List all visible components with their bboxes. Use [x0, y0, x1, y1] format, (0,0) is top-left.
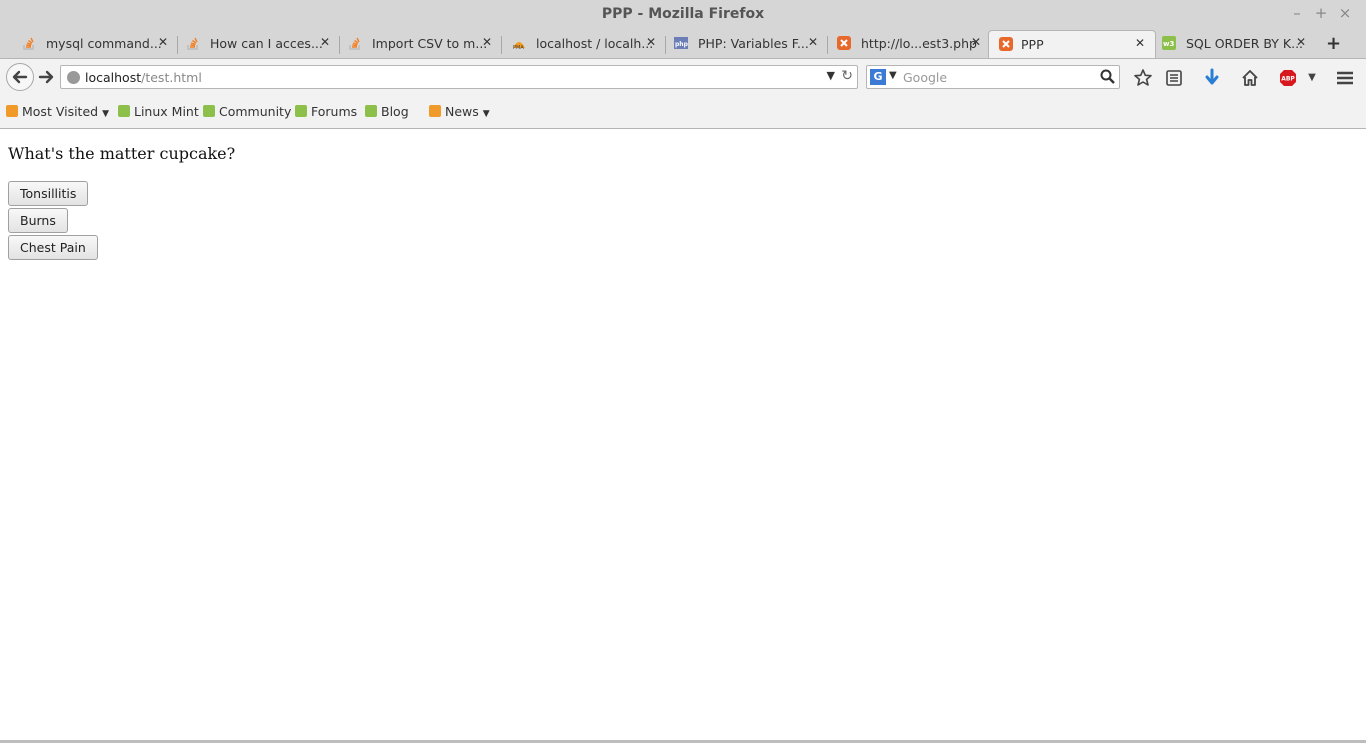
- mint-icon: [295, 105, 307, 117]
- tab[interactable]: http://lo...est3.php ✕: [815, 30, 991, 58]
- svg-text:php: php: [675, 41, 688, 48]
- bookmark-most-visited[interactable]: Most Visited ▼: [6, 104, 109, 119]
- stackoverflow-icon: [187, 37, 198, 50]
- back-arrow-icon: [12, 70, 28, 84]
- url-text[interactable]: localhost/test.html: [85, 70, 202, 85]
- bookmark-blog[interactable]: Blog: [365, 104, 409, 119]
- tab-label: localhost / localh...: [536, 36, 654, 51]
- page-content: What's the matter cupcake? Tonsillitis B…: [0, 130, 1366, 740]
- adblock-plus-icon[interactable]: ABP: [1278, 68, 1298, 88]
- xampp-icon: [837, 36, 851, 50]
- php-icon: php: [674, 37, 688, 49]
- stackoverflow-icon: [23, 37, 34, 50]
- mint-icon: [365, 105, 377, 117]
- most-visited-icon: [6, 105, 18, 117]
- minimize-button[interactable]: –: [1288, 4, 1306, 22]
- download-icon[interactable]: [1202, 68, 1222, 88]
- svg-text:ABP: ABP: [1281, 76, 1295, 83]
- tab[interactable]: Import CSV to m... ✕: [326, 30, 502, 58]
- search-bar[interactable]: G ▼ Google: [866, 65, 1120, 89]
- tab-close-icon[interactable]: ✕: [971, 35, 981, 49]
- navigation-toolbar: localhost/test.html ▼ ↻ G ▼ Google ABP ▼: [0, 58, 1366, 94]
- menu-icon[interactable]: [1335, 68, 1355, 88]
- bookmark-label: Most Visited: [22, 104, 99, 119]
- svg-text:w3: w3: [1163, 40, 1174, 48]
- phpmyadmin-icon: PMA: [513, 42, 525, 50]
- rss-icon: [429, 105, 441, 117]
- tab[interactable]: How can I acces... ✕: [164, 30, 340, 58]
- bookmark-linux-mint[interactable]: Linux Mint: [118, 104, 199, 119]
- tab[interactable]: PMA localhost / localh... ✕: [490, 30, 666, 58]
- title-bar: PPP - Mozilla Firefox – + ×: [0, 0, 1366, 28]
- tab[interactable]: mysql command... ✕: [0, 30, 178, 58]
- xampp-icon: [999, 37, 1013, 51]
- tab-label: PPP: [1021, 37, 1044, 52]
- adblock-dropdown-icon[interactable]: ▼: [1302, 68, 1322, 88]
- maximize-button[interactable]: +: [1312, 4, 1330, 22]
- chest-pain-button[interactable]: Chest Pain: [8, 235, 98, 260]
- svg-text:PMA: PMA: [513, 45, 524, 50]
- bookmark-label: Linux Mint: [134, 104, 199, 119]
- bookmark-label: News: [445, 104, 479, 119]
- forward-arrow-icon: [38, 70, 54, 84]
- tab-close-icon[interactable]: ✕: [1296, 35, 1306, 49]
- new-tab-button[interactable]: +: [1326, 33, 1341, 54]
- tab[interactable]: php PHP: Variables F... ✕: [652, 30, 828, 58]
- reload-icon[interactable]: ↻: [841, 68, 853, 84]
- globe-icon: [67, 71, 80, 84]
- search-icon[interactable]: [1099, 68, 1117, 86]
- reading-list-icon[interactable]: [1164, 68, 1184, 88]
- tonsillitis-button[interactable]: Tonsillitis: [8, 181, 89, 206]
- stackoverflow-icon: [349, 37, 360, 50]
- bookmark-label: Community: [219, 104, 292, 119]
- url-path: /test.html: [141, 70, 202, 85]
- tab-label: How can I acces...: [210, 36, 323, 51]
- engine-dropdown-icon[interactable]: ▼: [889, 70, 897, 81]
- w3schools-icon: w3: [1162, 36, 1176, 50]
- back-button[interactable]: [6, 63, 34, 91]
- bookmark-star-icon[interactable]: [1133, 68, 1153, 88]
- page-question: What's the matter cupcake?: [8, 144, 236, 163]
- google-engine-icon[interactable]: G: [870, 69, 886, 85]
- url-dropdown-icon[interactable]: ▼: [827, 69, 835, 82]
- url-bar[interactable]: localhost/test.html ▼ ↻: [60, 65, 858, 89]
- mint-icon: [203, 105, 215, 117]
- home-icon[interactable]: [1240, 68, 1260, 88]
- chevron-down-icon: ▼: [102, 109, 109, 119]
- tab-active[interactable]: PPP ✕: [988, 30, 1156, 58]
- tab-label: mysql command...: [46, 36, 162, 51]
- chevron-down-icon: ▼: [482, 109, 490, 119]
- window-title: PPP - Mozilla Firefox: [601, 6, 765, 22]
- search-input[interactable]: Google: [903, 70, 947, 85]
- bookmark-community[interactable]: Community: [203, 104, 291, 119]
- url-host: localhost: [85, 70, 142, 85]
- tab-label: PHP: Variables F...: [698, 36, 809, 51]
- tab-label: http://lo...est3.php: [861, 36, 977, 51]
- tab-strip: mysql command... ✕ How can I acces... ✕ …: [0, 28, 1366, 58]
- bookmarks-toolbar: Most Visited ▼ Linux Mint Community Foru…: [0, 94, 1366, 129]
- tab-label: SQL ORDER BY K...: [1186, 36, 1304, 51]
- bookmark-label: Blog: [381, 104, 409, 119]
- forward-button[interactable]: [36, 67, 58, 87]
- burns-button[interactable]: Burns: [8, 208, 68, 233]
- close-window-button[interactable]: ×: [1336, 4, 1354, 22]
- bookmark-news[interactable]: News ▼: [429, 104, 490, 119]
- bookmark-label: Forums: [311, 104, 358, 119]
- tab-label: Import CSV to m...: [372, 36, 488, 51]
- mint-icon: [118, 105, 130, 117]
- bookmark-forums[interactable]: Forums: [295, 104, 357, 119]
- tab[interactable]: w3 SQL ORDER BY K... ✕: [1140, 30, 1316, 58]
